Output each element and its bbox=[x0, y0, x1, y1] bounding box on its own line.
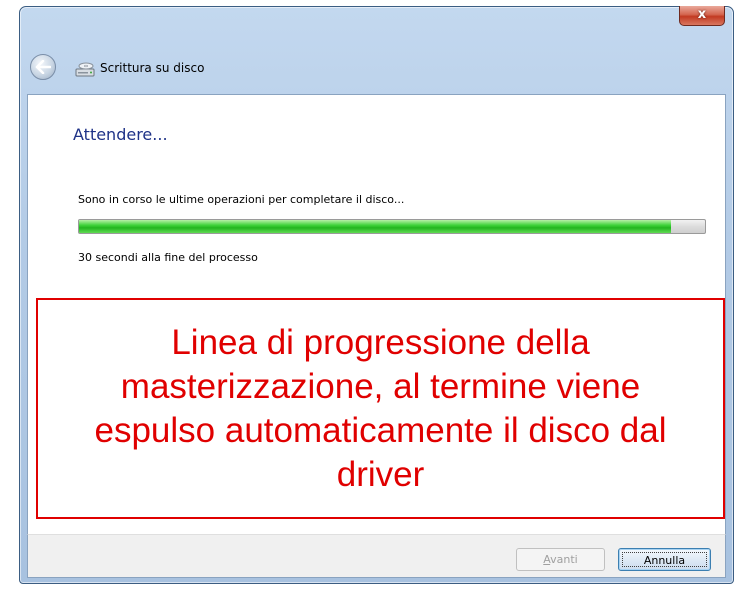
cancel-label: Annulla bbox=[643, 554, 686, 567]
status-text: Sono in corso le ultime operazioni per c… bbox=[78, 193, 405, 206]
wizard-footer: Avanti Annulla bbox=[27, 534, 726, 578]
page-heading: Attendere... bbox=[73, 125, 168, 144]
next-label: vanti bbox=[550, 553, 578, 566]
cancel-button[interactable]: Annulla bbox=[618, 548, 711, 571]
annotation-text: Linea di progressione della masterizzazi… bbox=[94, 322, 667, 494]
burn-progress-bar bbox=[78, 219, 706, 234]
back-arrow-icon bbox=[35, 60, 51, 74]
progress-fill bbox=[79, 220, 671, 233]
window-title: Scrittura su disco bbox=[100, 61, 205, 75]
close-icon: x bbox=[697, 7, 707, 22]
next-button[interactable]: Avanti bbox=[516, 548, 605, 571]
cancel-focus-ring: Annulla bbox=[622, 552, 707, 567]
time-remaining-text: 30 secondi alla fine del processo bbox=[78, 251, 258, 264]
back-button[interactable] bbox=[30, 54, 56, 80]
annotation-box: Linea di progressione della masterizzazi… bbox=[36, 298, 725, 519]
disc-burner-icon bbox=[75, 62, 95, 77]
close-button[interactable]: x bbox=[679, 6, 725, 26]
